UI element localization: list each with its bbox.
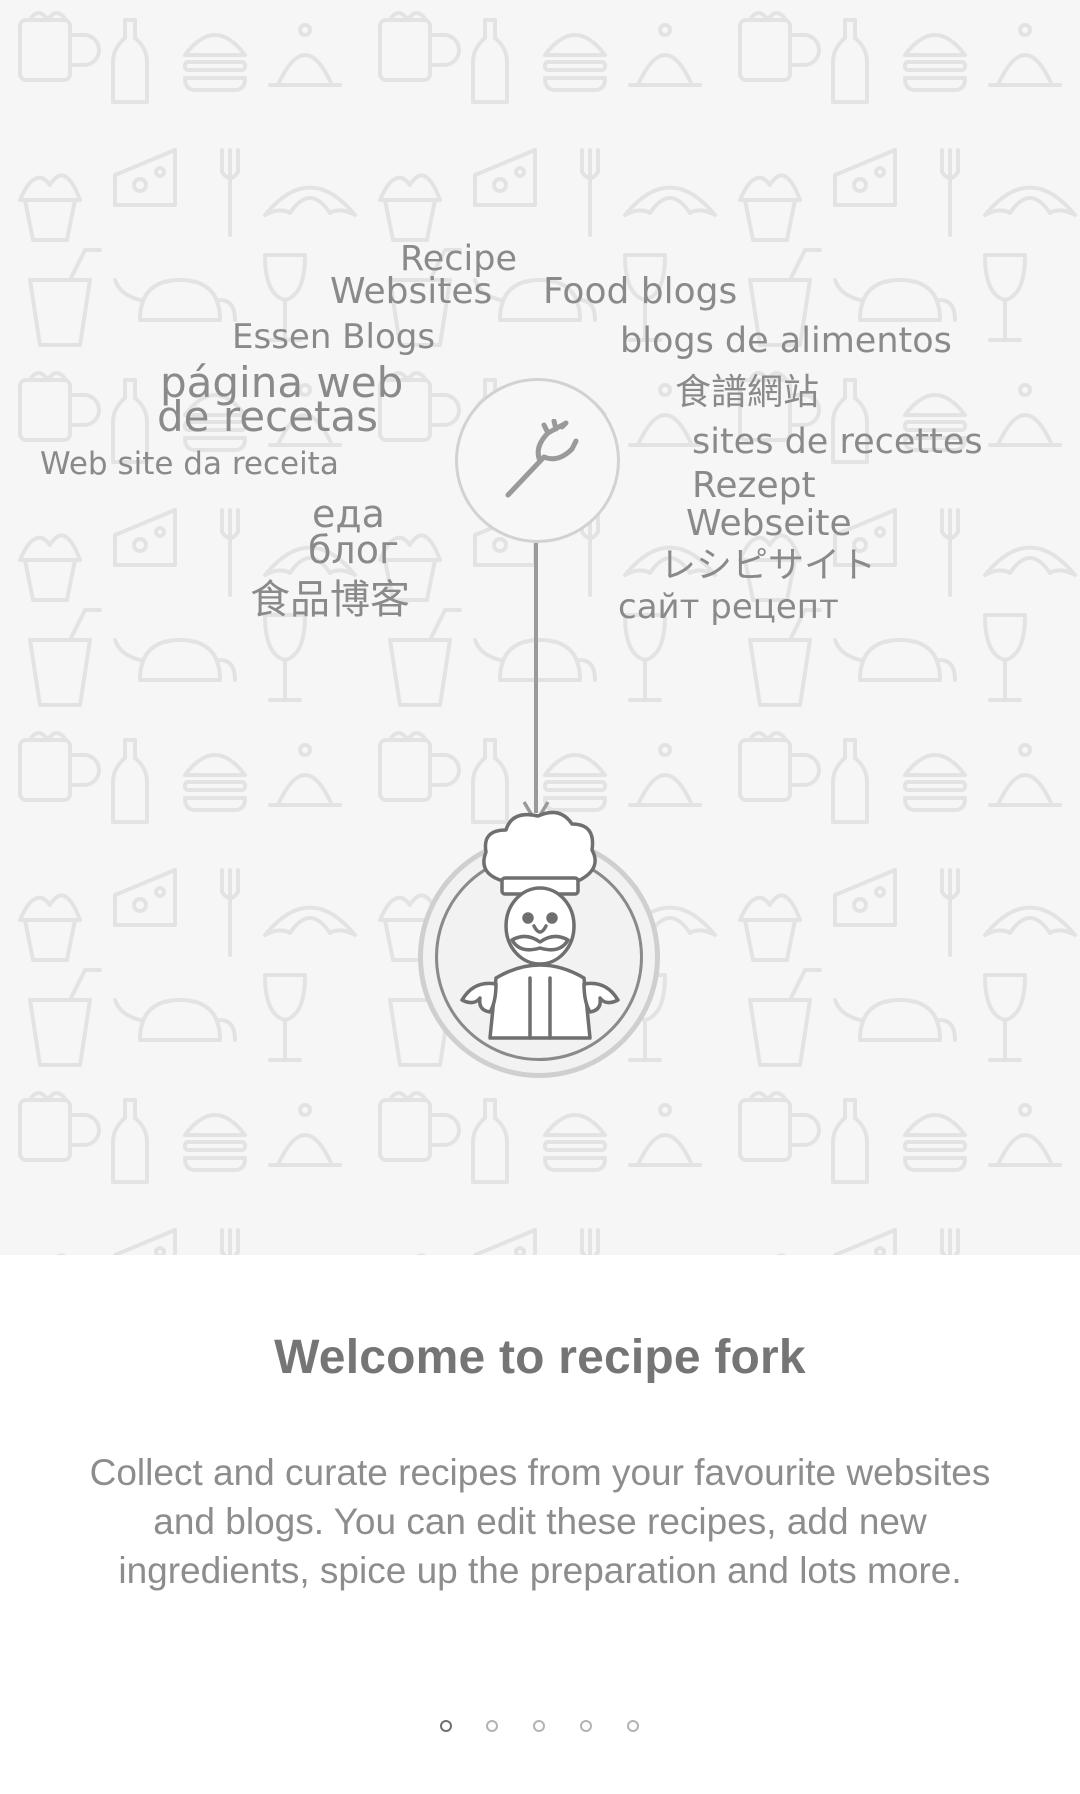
hero-illustration: Recipe Websites Food blogs Essen Blogs b…: [0, 0, 1080, 1255]
word-sait-recept: сайт рецепт: [618, 587, 839, 627]
word-food-blog-chinese: 食品博客: [250, 577, 410, 623]
word-web-site-da-receita: Web site da receita: [40, 446, 339, 482]
word-recipe-websites-chinese: 食譜網站: [675, 372, 820, 413]
welcome-description: Collect and curate recipes from your fav…: [89, 1452, 991, 1591]
word-food-blogs: Food blogs: [543, 271, 738, 312]
word-recipe-site-japanese: レシピサイト: [660, 545, 877, 586]
page-dot-4[interactable]: [580, 1720, 592, 1732]
page-dot-5[interactable]: [627, 1720, 639, 1732]
word-essen-blogs: Essen Blogs: [232, 317, 436, 357]
page-dot-3[interactable]: [533, 1720, 545, 1732]
chef-mascot-icon: [460, 810, 620, 1040]
fork-badge: [455, 378, 620, 543]
word-webseite: Webseite: [686, 503, 852, 544]
welcome-title: Welcome to recipe fork: [274, 1331, 806, 1384]
word-blogs-de-alimentos: blogs de alimentos: [620, 321, 952, 361]
word-de-recetas: de recetas: [157, 392, 379, 441]
word-rezept: Rezept: [692, 465, 816, 506]
page-indicator: [0, 1720, 1080, 1740]
connector-line: [534, 543, 538, 813]
fork-icon: [505, 419, 579, 498]
word-sites-de-recettes: sites de recettes: [692, 422, 983, 462]
page-dot-1[interactable]: [440, 1720, 452, 1732]
page-dot-2[interactable]: [486, 1720, 498, 1732]
word-blog-ru: блог: [308, 528, 399, 572]
word-websites: Websites: [330, 271, 493, 312]
